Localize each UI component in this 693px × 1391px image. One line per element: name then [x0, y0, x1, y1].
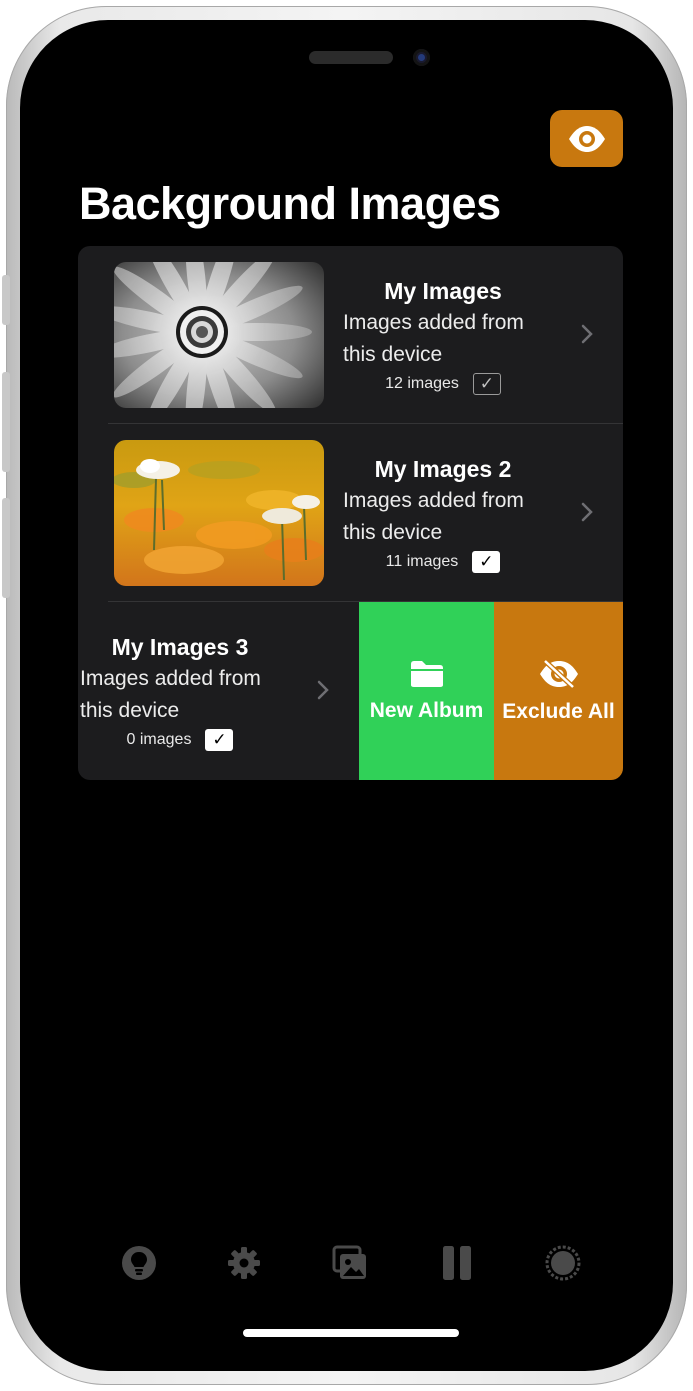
album-row-my-images[interactable]: My Images Images added from this device …	[78, 246, 623, 423]
album-info: My Images Images added from this device …	[343, 278, 543, 395]
tab-pause[interactable]	[432, 1238, 482, 1288]
album-name: My Images 3	[111, 634, 249, 660]
include-checkbox[interactable]: ✓	[205, 729, 234, 751]
album-row-my-images-2[interactable]: My Images 2 Images added from this devic…	[78, 424, 623, 601]
front-camera	[413, 49, 430, 66]
aperture-icon	[545, 1245, 581, 1281]
eye-slash-icon	[539, 659, 578, 689]
volume-up-button	[2, 372, 10, 472]
include-checkbox[interactable]: ✓	[472, 373, 501, 395]
album-description: Images added from this device	[80, 667, 261, 722]
exclude-all-button[interactable]: Exclude All	[494, 602, 623, 780]
album-thumbnail	[114, 440, 324, 586]
album-thumbnail	[114, 262, 324, 408]
mute-switch	[2, 275, 10, 325]
album-image-count: 0 images	[126, 731, 192, 748]
tab-tips[interactable]	[114, 1238, 164, 1288]
gear-icon	[228, 1247, 260, 1279]
screen: Background Images My Images Images added…	[20, 20, 673, 1371]
chevron-right-icon	[317, 680, 329, 700]
pause-icon	[443, 1246, 471, 1280]
exclude-all-label: Exclude All	[502, 700, 615, 723]
eye-icon	[568, 125, 605, 152]
album-description: Images added from this device	[343, 311, 524, 366]
lightbulb-icon	[122, 1246, 156, 1280]
chevron-right-icon	[581, 324, 593, 344]
album-image-count: 11 images	[385, 553, 459, 570]
album-name: My Images 2	[374, 456, 512, 482]
tab-settings[interactable]	[219, 1238, 269, 1288]
home-indicator[interactable]	[243, 1329, 459, 1337]
album-list: My Images Images added from this device …	[78, 246, 623, 780]
folder-icon	[410, 661, 443, 687]
new-album-label: New Album	[369, 699, 484, 722]
tab-bar	[20, 1238, 673, 1298]
album-name: My Images	[384, 278, 502, 304]
chevron-right-icon	[581, 502, 593, 522]
album-image-count: 12 images	[385, 375, 459, 392]
tab-overlay[interactable]	[538, 1238, 588, 1288]
volume-down-button	[2, 498, 10, 598]
tab-images[interactable]	[325, 1238, 375, 1288]
album-description: Images added from this device	[343, 489, 524, 544]
earpiece-speaker	[309, 51, 393, 64]
album-info: My Images 3 Images added from this devic…	[80, 634, 280, 751]
include-checkbox[interactable]: ✓	[472, 551, 501, 573]
page-title: Background Images	[79, 178, 501, 229]
photos-icon	[332, 1245, 366, 1279]
visibility-toggle-button[interactable]	[550, 110, 623, 167]
new-album-button[interactable]: New Album	[359, 602, 494, 780]
album-info: My Images 2 Images added from this devic…	[343, 456, 543, 573]
